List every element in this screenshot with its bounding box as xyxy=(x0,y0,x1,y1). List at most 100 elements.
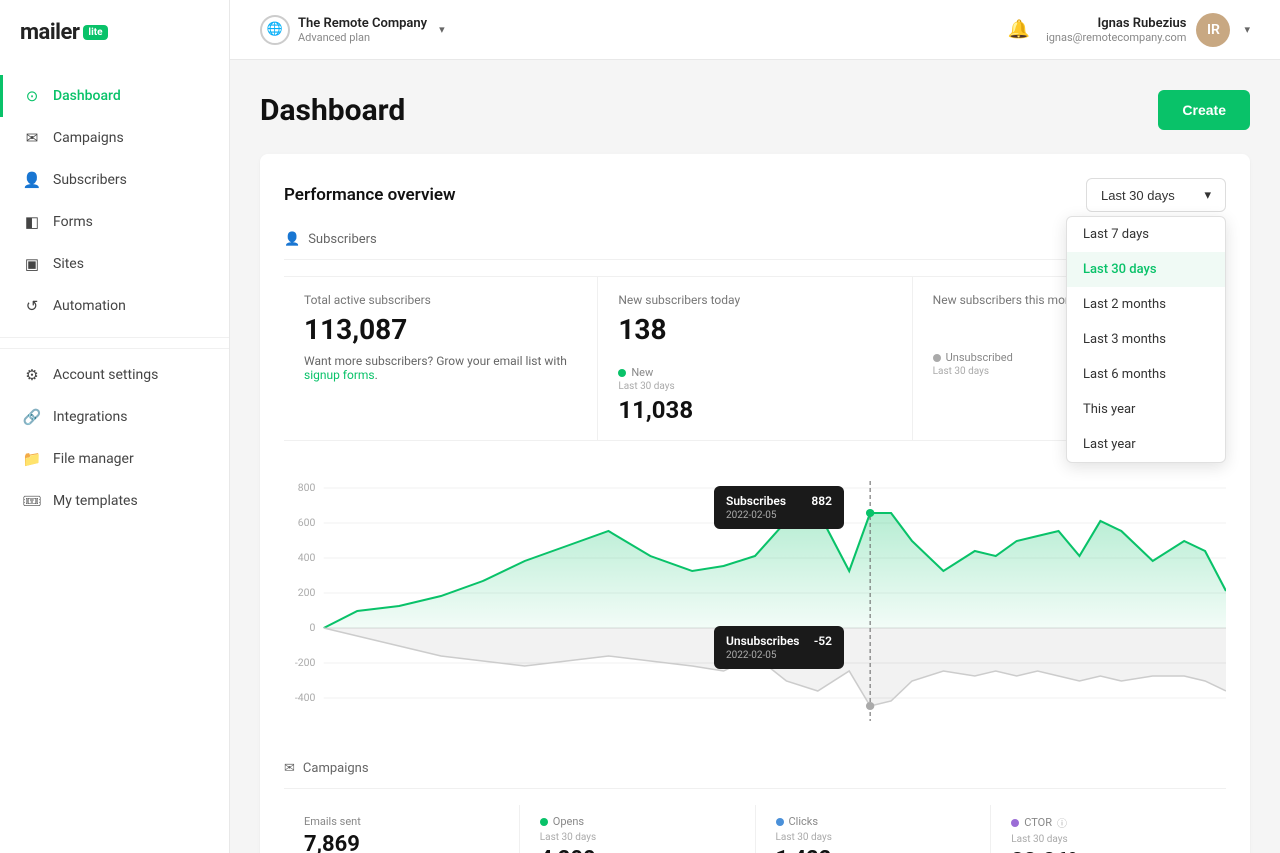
sidebar-item-label: My templates xyxy=(53,493,138,509)
total-label: Total active subscribers xyxy=(304,293,577,307)
opens-dot-icon xyxy=(540,818,548,826)
total-value: 113,087 xyxy=(304,313,577,346)
dropdown-item-30days[interactable]: Last 30 days xyxy=(1067,252,1225,287)
sidebar-item-account-settings[interactable]: ⚙ Account settings xyxy=(0,354,229,396)
chart-point-gray xyxy=(866,702,874,710)
user-chevron-icon: ▾ xyxy=(1244,23,1250,36)
sidebar-item-subscribers[interactable]: 👤 Subscribers xyxy=(0,159,229,201)
dropdown-item-6months[interactable]: Last 6 months xyxy=(1067,357,1225,392)
tooltip-unsubscribes-title: Unsubscribes -52 xyxy=(726,634,832,648)
company-plan: Advanced plan xyxy=(298,31,427,44)
sidebar-item-file-manager[interactable]: 📁 File manager xyxy=(0,438,229,480)
dropdown-chevron-icon: ▾ xyxy=(1204,187,1211,203)
sites-icon: ▣ xyxy=(23,255,41,273)
dropdown-item-7days[interactable]: Last 7 days xyxy=(1067,217,1225,252)
opens-value: 4,200 xyxy=(540,847,735,853)
svg-text:-400: -400 xyxy=(295,693,316,704)
date-dropdown-menu: Last 7 days Last 30 days Last 2 months L… xyxy=(1066,216,1226,463)
signup-link[interactable]: signup forms xyxy=(304,368,375,382)
tooltip-subscribes-label: Subscribes xyxy=(726,494,786,508)
ctor-label: CTOR ⓘ xyxy=(1011,815,1206,830)
new-today-label: New subscribers today xyxy=(618,293,891,307)
date-dropdown-button[interactable]: Last 30 days ▾ xyxy=(1086,178,1226,212)
nav-bottom: ⚙ Account settings 🔗 Integrations 📁 File… xyxy=(0,348,229,522)
nav-section: ⊙ Dashboard ✉ Campaigns 👤 Subscribers ◧ … xyxy=(0,75,229,853)
sidebar-item-campaigns[interactable]: ✉ Campaigns xyxy=(0,117,229,159)
clicks-period: Last 30 days xyxy=(776,832,971,843)
subscribers-label-text: Subscribers xyxy=(308,232,377,247)
tooltip-subscribes-date: 2022-02-05 xyxy=(726,510,832,521)
file-manager-icon: 📁 xyxy=(23,450,41,468)
sidebar-item-my-templates[interactable]: 🎟 My templates xyxy=(0,480,229,522)
svg-text:400: 400 xyxy=(298,553,316,564)
new-today-value: 138 xyxy=(618,313,891,346)
dropdown-item-3months[interactable]: Last 3 months xyxy=(1067,322,1225,357)
company-info: The Remote Company Advanced plan xyxy=(298,16,427,44)
company-chevron-icon[interactable]: ▾ xyxy=(439,23,445,36)
new-dot-icon xyxy=(618,369,626,377)
notification-icon[interactable]: 🔔 xyxy=(1008,19,1030,40)
date-dropdown-wrapper: Last 30 days ▾ Last 7 days Last 30 days … xyxy=(1086,178,1226,212)
sidebar-item-forms[interactable]: ◧ Forms xyxy=(0,201,229,243)
company-name: The Remote Company xyxy=(298,16,427,31)
automation-icon: ↺ xyxy=(23,297,41,315)
new-period-text: Last 30 days xyxy=(618,381,891,392)
clicks-label-text: Clicks xyxy=(789,815,819,828)
new-today-block: New subscribers today 138 New Last 30 da… xyxy=(598,277,912,440)
sidebar-item-automation[interactable]: ↺ Automation xyxy=(0,285,229,327)
tooltip-subscribes-title: Subscribes 882 xyxy=(726,494,832,508)
svg-text:-200: -200 xyxy=(295,658,316,669)
new-period-label: New xyxy=(618,366,891,379)
settings-icon: ⚙ xyxy=(23,366,41,384)
signup-text: Want more subscribers? Grow your email l… xyxy=(304,346,577,382)
integrations-icon: 🔗 xyxy=(23,408,41,426)
svg-text:600: 600 xyxy=(298,518,316,529)
main-area: 🌐 The Remote Company Advanced plan ▾ 🔔 I… xyxy=(230,0,1280,853)
page-title: Dashboard xyxy=(260,93,405,128)
forms-icon: ◧ xyxy=(23,213,41,231)
dropdown-item-2months[interactable]: Last 2 months xyxy=(1067,287,1225,322)
sidebar-item-label: Forms xyxy=(53,214,93,230)
sidebar-item-sites[interactable]: ▣ Sites xyxy=(0,243,229,285)
sidebar-item-integrations[interactable]: 🔗 Integrations xyxy=(0,396,229,438)
nav-divider xyxy=(0,337,229,338)
dropdown-item-lastyear[interactable]: Last year xyxy=(1067,427,1225,462)
campaigns-icon: ✉ xyxy=(23,129,41,147)
tooltip-subscribes-value: 882 xyxy=(811,494,832,508)
signup-text-label: Want more subscribers? Grow your email l… xyxy=(304,354,567,368)
logo-badge: lite xyxy=(83,25,107,40)
ctor-value: 33.86% xyxy=(1011,849,1206,853)
ctor-info-icon: ⓘ xyxy=(1057,815,1067,830)
campaigns-section-label: ✉ Campaigns xyxy=(284,761,1226,789)
ctor-dot-icon xyxy=(1011,819,1019,827)
topbar-right: 🔔 Ignas Rubezius ignas@remotecompany.com… xyxy=(1008,13,1250,47)
user-area[interactable]: Ignas Rubezius ignas@remotecompany.com I… xyxy=(1046,13,1250,47)
company-globe-icon: 🌐 xyxy=(260,15,290,45)
clicks-value: 1,422 xyxy=(776,847,971,853)
opens-label: Opens xyxy=(540,815,735,828)
opens-label-text: Opens xyxy=(553,815,584,828)
campaigns-stats: Emails sent 7,869 Opens Last 30 days 4,2… xyxy=(284,805,1226,853)
sidebar-item-dashboard[interactable]: ⊙ Dashboard xyxy=(0,75,229,117)
logo: mailer lite xyxy=(20,20,209,45)
dropdown-selected: Last 30 days xyxy=(1101,188,1175,203)
clicks-label: Clicks xyxy=(776,815,971,828)
user-email: ignas@remotecompany.com xyxy=(1046,31,1186,44)
create-button[interactable]: Create xyxy=(1158,90,1250,130)
subscribers-person-icon: 👤 xyxy=(284,232,300,247)
logo-area: mailer lite xyxy=(0,0,229,75)
campaigns-icon: ✉ xyxy=(284,761,295,776)
sidebar-item-label: File manager xyxy=(53,451,134,467)
emails-sent-value: 7,869 xyxy=(304,832,499,853)
unsubscribed-label-text: Unsubscribed xyxy=(946,351,1013,364)
subscribers-icon: 👤 xyxy=(23,171,41,189)
logo-text: mailer xyxy=(20,20,79,45)
svg-text:800: 800 xyxy=(298,483,316,494)
performance-card: Performance overview Last 30 days ▾ Last… xyxy=(260,154,1250,853)
svg-text:200: 200 xyxy=(298,588,316,599)
tooltip-unsubscribes-label: Unsubscribes xyxy=(726,634,799,648)
dropdown-item-thisyear[interactable]: This year xyxy=(1067,392,1225,427)
new-period-value: 11,038 xyxy=(618,396,891,424)
sidebar-item-label: Automation xyxy=(53,298,126,314)
clicks-stat: Clicks Last 30 days 1,422 xyxy=(756,805,992,853)
